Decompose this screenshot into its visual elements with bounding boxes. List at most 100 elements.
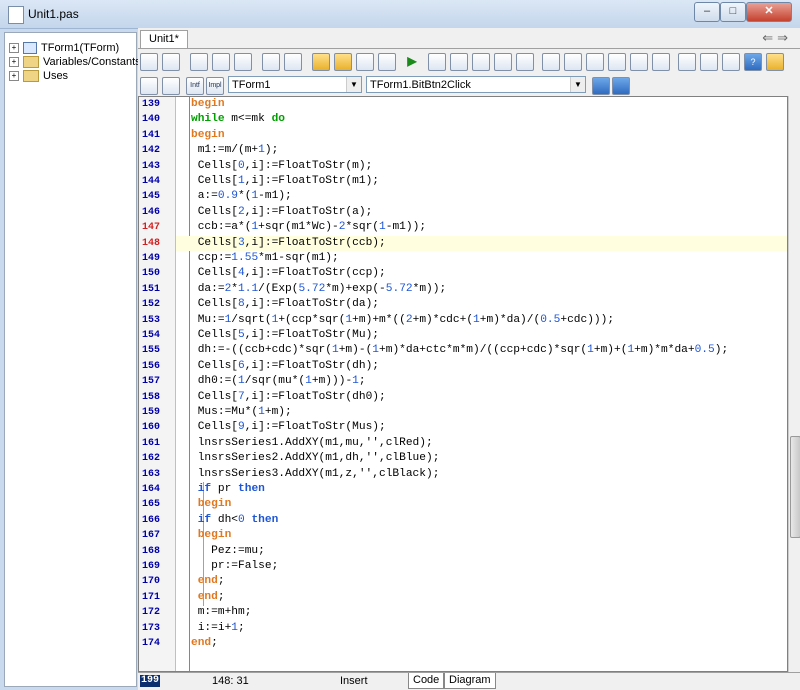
method-combo[interactable]: TForm1.BitBtn2Click ▼ [366,76,586,93]
line-number: 173 [142,622,161,634]
palette-icon[interactable] [564,53,582,71]
forward-arrow-icon[interactable]: ⇒ [777,30,792,45]
tree-item-label: Variables/Constants [43,56,141,68]
object-inspector-icon[interactable] [586,53,604,71]
package-icon[interactable] [678,53,696,71]
code-line[interactable]: Cells[9,i]:=FloatToStr(Mus); [191,420,787,435]
minimize-button[interactable]: – [694,2,720,22]
code-line[interactable]: Cells[4,i]:=FloatToStr(ccp); [191,266,787,281]
code-line[interactable]: i:=i+1; [191,621,787,636]
add-file-icon[interactable] [312,53,330,71]
class-combo-value: TForm1 [232,79,271,91]
tree-item-tform1[interactable]: + TForm1(TForm) [9,41,119,55]
print-icon[interactable] [378,53,396,71]
tree-item-variables[interactable]: + Variables/Constants [9,55,141,69]
vertical-scrollbar[interactable] [788,96,800,672]
code-line[interactable]: begin [191,497,787,512]
books-icon[interactable] [700,53,718,71]
close-button[interactable]: ✕ [746,2,792,22]
code-line[interactable]: if pr then [191,482,787,497]
code-line[interactable]: Cells[0,i]:=FloatToStr(m); [191,159,787,174]
expand-icon[interactable]: + [9,57,19,68]
code-line[interactable]: while m<=mk do [191,112,787,127]
code-line[interactable]: if dh<0 then [191,513,787,528]
code-line[interactable]: lnsrsSeries3.AddXY(m1,z,'',clBlack); [191,467,787,482]
code-line[interactable]: Cells[7,i]:=FloatToStr(dh0); [191,390,787,405]
code-line[interactable]: Mus:=Mu*(1+m); [191,405,787,420]
interface-button[interactable]: Intf [186,77,204,95]
current-line-badge: 199 [140,675,160,687]
tab-order-icon[interactable] [630,53,648,71]
component-icon[interactable] [542,53,560,71]
help-icon[interactable]: ? [744,53,762,71]
code-line[interactable]: lnsrsSeries2.AddXY(m1,dh,'',clBlue); [191,451,787,466]
code-line[interactable]: ccp:=1.55*m1-sqr(m1); [191,251,787,266]
tree-item-uses[interactable]: + Uses [9,69,68,83]
step-over-icon[interactable] [450,53,468,71]
code-line[interactable]: end; [191,590,787,605]
code-line[interactable]: end; [191,636,787,651]
run-icon[interactable]: ▶ [404,53,420,69]
code-line[interactable]: lnsrsSeries1.AddXY(m1,mu,'',clRed); [191,436,787,451]
save-icon[interactable] [262,53,280,71]
open-project-icon[interactable] [234,53,252,71]
code-line[interactable]: Cells[3,i]:=FloatToStr(ccb); [191,236,787,251]
code-line[interactable]: begin [191,97,787,112]
code-line[interactable]: Pez:=mu; [191,544,787,559]
trace-into-icon[interactable] [472,53,490,71]
view-form-icon[interactable] [162,53,180,71]
code-browse-icon[interactable] [140,77,158,95]
back-arrow-icon[interactable]: ⇐ [762,30,777,45]
code-line[interactable]: Cells[6,i]:=FloatToStr(dh); [191,359,787,374]
tab-code[interactable]: Code [408,673,445,689]
tab-diagram[interactable]: Diagram [444,673,496,689]
library-icon[interactable] [722,53,740,71]
code-line[interactable]: a:=0.9*(1-m1); [191,189,787,204]
code-line[interactable]: Cells[2,i]:=FloatToStr(a); [191,205,787,220]
maximize-button[interactable]: □ [720,2,746,22]
remove-file-icon[interactable] [334,53,352,71]
class-combo[interactable]: TForm1 ▼ [228,76,362,93]
pause-icon[interactable] [428,53,446,71]
checklist-icon[interactable] [356,53,374,71]
save-all-icon[interactable] [284,53,302,71]
tree-item-label: Uses [43,70,69,82]
new-file-icon[interactable] [190,53,208,71]
code-line[interactable]: ccb:=a*(1+sqr(m1*Wc)-2*sqr(1-m1)); [191,220,787,235]
align-left-icon[interactable] [592,77,610,95]
line-number: 152 [142,299,161,311]
code-line[interactable]: dh:=-((ccb+cdc)*sqr(1+m)-(1+m)*da+ctc*m*… [191,343,787,358]
code-line[interactable]: da:=2*1.1/(Exp(5.72*m)+exp(-5.72*m)); [191,282,787,297]
code-line[interactable]: end; [191,574,787,589]
view-unit-icon[interactable] [140,53,158,71]
tab-unit1[interactable]: Unit1* [140,30,188,48]
align-icon[interactable] [608,53,626,71]
line-number: 169 [142,561,161,572]
chevron-down-icon[interactable]: ▼ [570,77,585,92]
code-line[interactable]: Mu:=1/sqrt(1+(ccp*sqr(1+m)+m*((2+m)*cdc+… [191,313,787,328]
code-editor[interactable]: 139 begin 140 while m<=mk do 141 begin 142 m1:… [138,96,788,672]
tab-strip: Unit1* ⇐⇒ [138,28,800,49]
run-to-cursor-icon[interactable] [494,53,512,71]
code-line[interactable]: Cells[1,i]:=FloatToStr(m1); [191,174,787,189]
code-line[interactable]: m:=m+hm; [191,605,787,620]
code-line[interactable]: pr:=False; [191,559,787,574]
creation-order-icon[interactable] [652,53,670,71]
code-line[interactable]: begin [191,528,787,543]
code-toolbar: Intf Impl TForm1 ▼ TForm1.BitBtn2Click ▼ [138,74,800,96]
expand-icon[interactable]: + [9,43,19,54]
code-line[interactable]: dh0:=(1/sqr(mu*(1+m)))-1; [191,374,787,389]
toggle-form-unit-icon[interactable] [162,77,180,95]
open-icon[interactable] [212,53,230,71]
chevron-down-icon[interactable]: ▼ [346,77,361,92]
code-line[interactable]: Cells[5,i]:=FloatToStr(Mu); [191,328,787,343]
reset-icon[interactable] [516,53,534,71]
code-line[interactable]: begin [191,128,787,143]
expand-icon[interactable]: + [9,71,19,82]
code-line[interactable]: Cells[8,i]:=FloatToStr(da); [191,297,787,312]
code-line[interactable]: m1:=m/(m+1); [191,143,787,158]
align-right-icon[interactable] [612,77,630,95]
scroll-thumb[interactable] [790,436,800,538]
tip-bulb-icon[interactable] [766,53,784,71]
implementation-button[interactable]: Impl [206,77,224,95]
